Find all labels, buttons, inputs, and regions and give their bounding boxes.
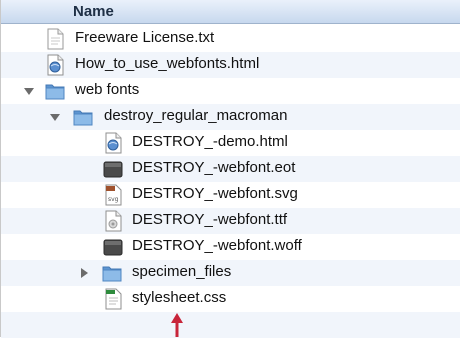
file-name: How_to_use_webfonts.html: [75, 55, 260, 72]
pointer-arrow-icon: [171, 313, 183, 337]
file-row-destroy-webfont-svg[interactable]: svg DESTROY_-webfont.svg: [1, 182, 460, 208]
empty-row: [1, 312, 460, 338]
folder-icon: [102, 266, 122, 282]
ttf-file-icon: [105, 210, 122, 232]
file-name: DESTROY_-webfont.woff: [132, 237, 302, 254]
file-name: DESTROY_-webfont.ttf: [132, 211, 288, 228]
file-name: DESTROY_-demo.html: [132, 133, 288, 150]
file-row-how-to-use-webfonts[interactable]: How_to_use_webfonts.html: [1, 52, 460, 78]
file-row-destroy-demo-html[interactable]: DESTROY_-demo.html: [1, 130, 460, 156]
text-file-icon: [47, 28, 64, 50]
font-file-icon: [103, 161, 123, 178]
file-name: Freeware License.txt: [75, 29, 215, 46]
file-row-destroy-webfont-ttf[interactable]: DESTROY_-webfont.ttf: [1, 208, 460, 234]
folder-icon: [45, 84, 65, 100]
svg-file-icon: svg: [105, 184, 122, 206]
css-file-icon: [105, 288, 122, 310]
html-file-icon: [105, 132, 122, 154]
file-row-destroy-webfont-woff[interactable]: DESTROY_-webfont.woff: [1, 234, 460, 260]
folder-row-destroy-regular-macroman[interactable]: destroy_regular_macroman: [1, 104, 460, 130]
file-name: stylesheet.css: [132, 289, 227, 306]
folder-name: specimen_files: [132, 263, 232, 280]
disclosure-collapsed-icon[interactable]: [78, 267, 90, 279]
file-name: DESTROY_-webfont.svg: [132, 185, 298, 202]
font-file-icon: [103, 239, 123, 256]
folder-row-specimen-files[interactable]: specimen_files: [1, 260, 460, 286]
file-name: DESTROY_-webfont.eot: [132, 159, 296, 176]
folder-icon: [73, 110, 93, 126]
svg-badge-text: svg: [108, 196, 119, 203]
folder-name: destroy_regular_macroman: [104, 107, 288, 124]
file-row-stylesheet-css[interactable]: stylesheet.css: [1, 286, 460, 312]
html-file-icon: [47, 54, 64, 76]
folder-row-web-fonts[interactable]: web fonts: [1, 78, 460, 104]
column-header[interactable]: Name: [1, 0, 460, 24]
disclosure-expanded-icon[interactable]: [23, 85, 35, 97]
folder-name: web fonts: [75, 81, 140, 98]
finder-list-view: Name Freeware License.txt How_to_use_web…: [0, 0, 460, 338]
name-column-label: Name: [73, 3, 114, 20]
disclosure-expanded-icon[interactable]: [49, 111, 61, 123]
file-row-freeware-license[interactable]: Freeware License.txt: [1, 26, 460, 52]
file-row-destroy-webfont-eot[interactable]: DESTROY_-webfont.eot: [1, 156, 460, 182]
